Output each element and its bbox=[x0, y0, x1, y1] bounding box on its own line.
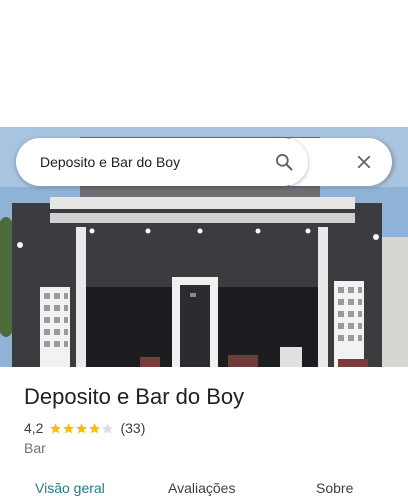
rating-value: 4,2 bbox=[24, 420, 44, 436]
tab-bar: Visão geral Avaliações Sobre bbox=[0, 474, 408, 496]
close-icon[interactable] bbox=[344, 142, 384, 182]
search-input[interactable]: Deposito e Bar do Boy bbox=[40, 154, 264, 170]
star-empty-icon bbox=[102, 422, 114, 433]
star-icon bbox=[89, 422, 101, 433]
search-bar[interactable]: Deposito e Bar do Boy bbox=[16, 138, 308, 186]
star-icon bbox=[50, 422, 62, 433]
star-icon bbox=[63, 422, 75, 433]
search-icon[interactable] bbox=[264, 142, 304, 182]
rating-row[interactable]: 4,2 (33) bbox=[24, 418, 145, 438]
review-count[interactable]: (33) bbox=[120, 420, 145, 436]
place-title: Deposito e Bar do Boy bbox=[24, 384, 245, 409]
star-icon bbox=[76, 422, 88, 433]
rating-stars bbox=[49, 422, 114, 435]
place-category: Bar bbox=[24, 440, 46, 456]
